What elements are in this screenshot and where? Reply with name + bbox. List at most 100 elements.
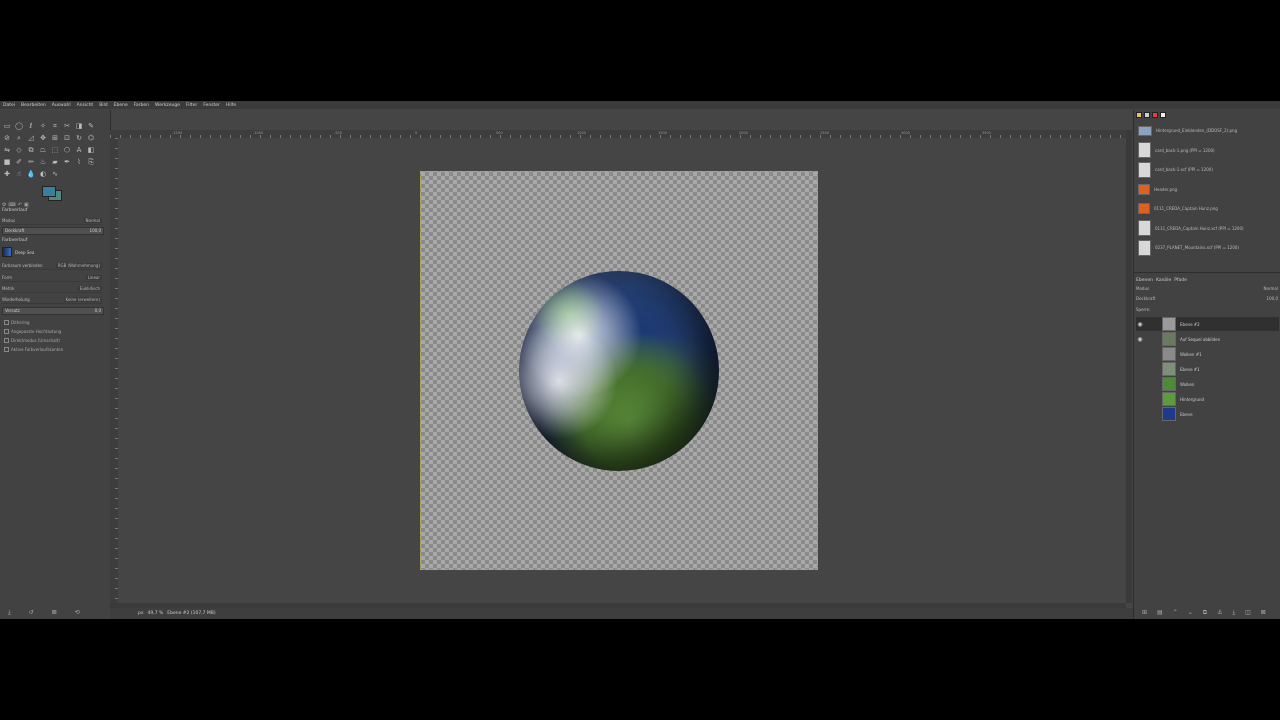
bucket-fill-icon[interactable]: ◧ bbox=[86, 145, 96, 155]
paintbrush-icon[interactable]: ✐ bbox=[14, 157, 24, 167]
save-preset-icon[interactable]: ⤓ bbox=[8, 609, 11, 617]
undo-history-tab-icon[interactable]: ↶ bbox=[18, 202, 22, 208]
smudge-icon[interactable]: ☝ bbox=[14, 169, 24, 179]
dithering-checkbox[interactable] bbox=[4, 320, 9, 325]
cage-icon[interactable]: ◇ bbox=[14, 145, 24, 155]
menu-datei[interactable]: Datei bbox=[3, 103, 15, 108]
repeat-row[interactable]: Wiederholung Keine (erweitern) bbox=[2, 295, 102, 304]
raise-layer-icon[interactable]: ⌃ bbox=[1173, 609, 1178, 617]
instant-check[interactable]: Direktmodus (Umschalt) bbox=[4, 338, 60, 343]
layer-row[interactable]: Wolken #1 bbox=[1136, 347, 1279, 361]
foreground-color-swatch[interactable] bbox=[42, 186, 56, 197]
blend-color-row[interactable]: Farbraum verbinden RGB (Wahrnehmung) bbox=[2, 261, 102, 270]
scissors-icon[interactable]: ✂ bbox=[62, 121, 72, 131]
gradient-selector[interactable]: Deep Sea bbox=[2, 246, 102, 258]
image-list-item[interactable]: card_back-1.xcf (PPI = 1200) bbox=[1138, 161, 1276, 178]
layer-row[interactable]: Ebene #1 bbox=[1136, 362, 1279, 376]
image-list-item[interactable]: Header.png bbox=[1138, 181, 1276, 198]
metric-row[interactable]: Metrik Euklidisch bbox=[2, 284, 102, 293]
zoom-icon[interactable]: ⌕ bbox=[14, 133, 24, 143]
unified-transform-icon[interactable]: ⧉ bbox=[26, 145, 36, 155]
mode-row[interactable]: Modus Normal bbox=[2, 216, 102, 225]
layer-row[interactable]: Ebene bbox=[1136, 407, 1279, 421]
fg-bg-colors[interactable] bbox=[40, 184, 62, 201]
menu-bearbeiten[interactable]: Bearbeiten bbox=[21, 103, 46, 108]
image-list-item[interactable]: card_back-1.png (PPI = 1200) bbox=[1138, 142, 1276, 159]
shape-select[interactable]: Linear bbox=[85, 274, 102, 280]
lasso-icon[interactable]: ℓ bbox=[26, 121, 36, 131]
new-layer-icon[interactable]: ⊞ bbox=[1142, 609, 1147, 617]
heal-icon[interactable]: ✚ bbox=[2, 169, 12, 179]
image-list-item[interactable]: 0111_CREDA_Captain Hunz.xcf (PPI = 1200) bbox=[1138, 220, 1276, 237]
vertical-scrollbar[interactable] bbox=[1126, 130, 1132, 603]
documents-tab-icon[interactable] bbox=[1160, 112, 1166, 118]
tab-channels[interactable]: Kanäle bbox=[1156, 278, 1171, 283]
crop-tool-icon[interactable]: ⊡ bbox=[62, 133, 72, 143]
ink-icon[interactable]: ✒ bbox=[62, 157, 72, 167]
align-icon[interactable]: ⊞ bbox=[50, 133, 60, 143]
warp-transform-icon[interactable]: ∿ bbox=[50, 169, 60, 179]
repeat-select[interactable]: Keine (erweitern) bbox=[63, 296, 102, 302]
tab-layers[interactable]: Ebenen bbox=[1136, 278, 1153, 283]
patterns-tab-icon[interactable] bbox=[1144, 112, 1150, 118]
image-list-item[interactable]: 0237_PLANET_Mountains.xcf (PPI = 1200) bbox=[1138, 239, 1276, 256]
restore-icon[interactable]: ↺ bbox=[29, 609, 34, 617]
move-icon[interactable]: ✥ bbox=[38, 133, 48, 143]
modify-checkbox[interactable] bbox=[4, 347, 9, 352]
opacity-slider[interactable]: Deckkraft 100,0 bbox=[2, 227, 104, 235]
tool-options-tab-icon[interactable]: ⚙ bbox=[2, 202, 6, 208]
eraser-icon[interactable]: ▰ bbox=[50, 157, 60, 167]
mask-icon[interactable]: ◫ bbox=[1245, 609, 1251, 617]
paths-icon[interactable]: ✎ bbox=[86, 121, 96, 131]
menu-auswahl[interactable]: Auswahl bbox=[52, 103, 71, 108]
merge-layer-icon[interactable]: ⤓ bbox=[1232, 609, 1235, 617]
fonts-tab-icon[interactable] bbox=[1152, 112, 1158, 118]
layer-row[interactable]: ◉ Ebene #2 bbox=[1136, 317, 1279, 331]
image-canvas[interactable] bbox=[420, 171, 818, 570]
layer-mode-row[interactable]: Modus Normal bbox=[1136, 286, 1278, 293]
brushes-tab-icon[interactable] bbox=[1136, 112, 1142, 118]
blur-icon[interactable]: 💧 bbox=[26, 169, 36, 179]
mode-select[interactable]: Normal bbox=[83, 217, 102, 223]
perspective-icon[interactable]: ⏢ bbox=[38, 145, 48, 155]
layer-opacity-row[interactable]: Deckkraft 100,0 bbox=[1136, 296, 1278, 303]
menu-bild[interactable]: Bild bbox=[99, 103, 107, 108]
warp-icon[interactable]: ⌬ bbox=[86, 133, 96, 143]
images-tab-icon[interactable]: ▣ bbox=[24, 202, 29, 208]
3d-transform-icon[interactable]: ⬚ bbox=[50, 145, 60, 155]
rotate-icon[interactable]: ↻ bbox=[74, 133, 84, 143]
zoom-select[interactable]: 49,7 % bbox=[148, 611, 164, 616]
canvas-area[interactable] bbox=[118, 138, 1126, 603]
image-list-item[interactable]: Hintergrund_Einblenden_(DDOSF_2).png bbox=[1138, 122, 1276, 139]
gradient-tool-icon[interactable]: ■ bbox=[2, 157, 12, 167]
offset-slider[interactable]: Versatz 0,0 bbox=[2, 307, 104, 315]
layer-mode-select[interactable]: Normal bbox=[1264, 286, 1278, 293]
foreground-select-icon[interactable]: ◨ bbox=[74, 121, 84, 131]
modify-check[interactable]: Aktive Farbverlaufskanten bbox=[4, 347, 63, 352]
new-group-icon[interactable]: ▤ bbox=[1157, 609, 1163, 617]
image-list-item[interactable]: 0111_CREDA_Captain Hunz.png bbox=[1138, 200, 1276, 217]
menu-fenster[interactable]: Fenster bbox=[203, 103, 220, 108]
fuzzy-select-icon[interactable]: ✧ bbox=[38, 121, 48, 131]
crop-icon[interactable]: ⌗ bbox=[50, 121, 60, 131]
instant-checkbox[interactable] bbox=[4, 338, 9, 343]
color-picker-icon[interactable]: ⊘ bbox=[2, 133, 12, 143]
pencil-icon[interactable]: ✏ bbox=[26, 157, 36, 167]
visibility-eye-icon[interactable]: ◉ bbox=[1136, 336, 1144, 343]
delete-layer-icon[interactable]: ⊠ bbox=[1261, 609, 1266, 617]
layer-row[interactable]: ◉ Auf Sequel abbilden bbox=[1136, 332, 1279, 346]
measure-icon[interactable]: ◿ bbox=[26, 133, 36, 143]
handle-transform-icon[interactable]: ⬡ bbox=[62, 145, 72, 155]
menu-farben[interactable]: Farben bbox=[134, 103, 149, 108]
dodge-icon[interactable]: ◐ bbox=[38, 169, 48, 179]
layer-opacity-value[interactable]: 100,0 bbox=[1267, 296, 1278, 303]
menu-ebene[interactable]: Ebene bbox=[114, 103, 128, 108]
menu-werkzeuge[interactable]: Werkzeuge bbox=[155, 103, 180, 108]
duplicate-layer-icon[interactable]: ⧉ bbox=[1203, 609, 1207, 617]
layer-row[interactable]: Hintergrund bbox=[1136, 392, 1279, 406]
shape-row[interactable]: Form Linear bbox=[2, 273, 102, 282]
mypaint-brush-icon[interactable]: ⌇ bbox=[74, 157, 84, 167]
reset-icon[interactable]: ⟲ bbox=[75, 609, 80, 617]
menu-ansicht[interactable]: Ansicht bbox=[77, 103, 94, 108]
airbrush-icon[interactable]: ♨ bbox=[38, 157, 48, 167]
